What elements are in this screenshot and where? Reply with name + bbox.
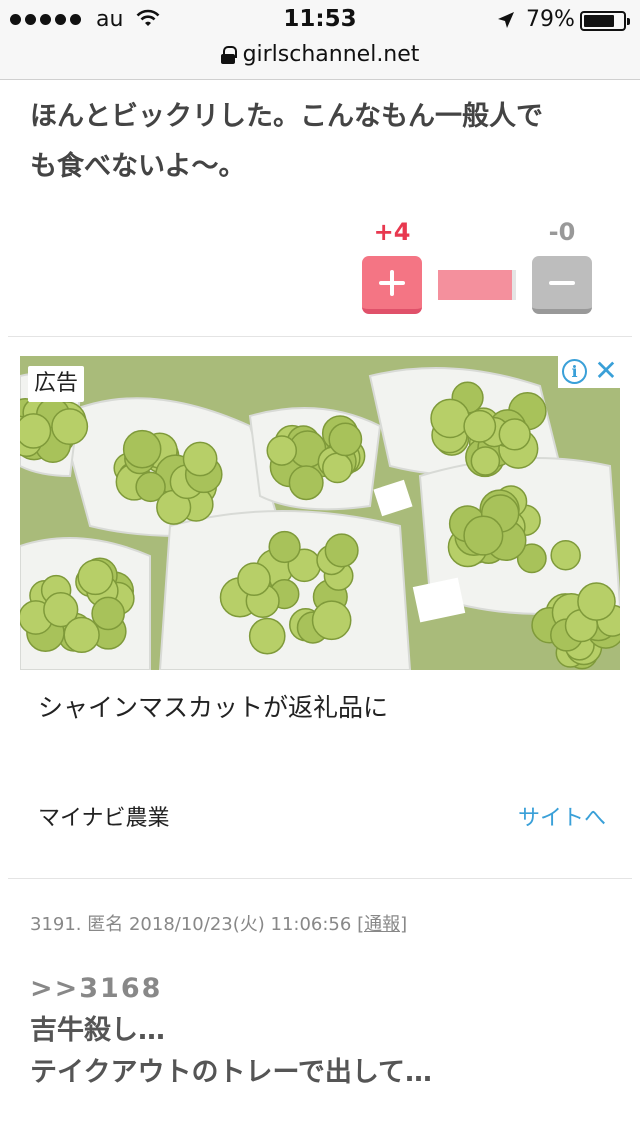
comment-body: ほんとビックリした。こんなもん一般人で も食べないよ〜。 bbox=[30, 92, 610, 192]
ad-choices[interactable]: i ✕ bbox=[558, 356, 620, 388]
info-icon[interactable]: i bbox=[562, 359, 587, 384]
minus-vote-count: -0 bbox=[548, 218, 576, 246]
battery-percent: 79% bbox=[526, 7, 575, 32]
grape bbox=[430, 398, 470, 439]
ad-image-grapes[interactable] bbox=[20, 356, 620, 670]
grape bbox=[324, 533, 359, 568]
grape bbox=[463, 409, 497, 443]
plus-vote-button[interactable] bbox=[362, 256, 422, 314]
divider bbox=[8, 336, 632, 337]
grape bbox=[182, 441, 218, 477]
ad-advertiser: マイナビ農業 bbox=[38, 806, 170, 831]
grape bbox=[20, 413, 52, 449]
grape bbox=[550, 540, 581, 571]
grape bbox=[248, 617, 286, 655]
grape bbox=[51, 408, 89, 446]
battery-level bbox=[584, 15, 615, 27]
grape bbox=[266, 435, 298, 466]
grape bbox=[63, 616, 100, 654]
grape bbox=[288, 465, 324, 501]
comment-line: も食べないよ〜。 bbox=[30, 151, 246, 182]
grape bbox=[122, 429, 162, 469]
battery-icon bbox=[580, 11, 630, 31]
grape bbox=[237, 562, 271, 597]
address-bar[interactable]: girlschannel.net bbox=[0, 40, 640, 80]
ad-label: 広告 bbox=[28, 366, 85, 402]
plus-vote-count: +4 bbox=[373, 218, 411, 246]
minus-vote-button[interactable] bbox=[532, 256, 592, 314]
location-arrow-icon bbox=[498, 12, 514, 28]
grape bbox=[311, 600, 352, 641]
grape bbox=[91, 596, 125, 631]
grape bbox=[470, 446, 501, 476]
grape bbox=[328, 422, 363, 457]
comment-line: 吉牛殺し… bbox=[30, 1015, 165, 1046]
grape bbox=[77, 559, 114, 596]
report-link[interactable]: [通報] bbox=[357, 914, 407, 935]
comment-line: ほんとビックリした。こんなもん一般人で bbox=[30, 101, 543, 132]
grape bbox=[463, 515, 504, 556]
lock-icon bbox=[220, 45, 237, 64]
reply-anchor-link[interactable]: >>3168 bbox=[30, 968, 620, 1010]
status-bar: au 11:53 79% bbox=[0, 0, 640, 40]
grape bbox=[322, 452, 353, 484]
comment-line: テイクアウトのトレーで出して… bbox=[30, 1057, 433, 1088]
ad-cta-link[interactable]: サイトへ bbox=[518, 800, 606, 832]
close-icon[interactable]: ✕ bbox=[592, 356, 620, 388]
divider bbox=[8, 878, 632, 879]
grape bbox=[498, 418, 531, 451]
grape bbox=[268, 530, 301, 564]
grape bbox=[577, 582, 616, 621]
comment-meta: 3191. 匿名 2018/10/23(火) 11:06:56 [通報] bbox=[30, 910, 407, 936]
vote-ratio-fill bbox=[438, 270, 512, 300]
vote-ratio-bar bbox=[438, 270, 516, 300]
comment-body: >>3168 吉牛殺し… テイクアウトのトレーで出して… bbox=[30, 968, 620, 1094]
ad-headline[interactable]: シャインマスカットが返礼品に bbox=[38, 688, 388, 724]
comment-number-date: 3191. 匿名 2018/10/23(火) 11:06:56 bbox=[30, 914, 352, 935]
url-domain[interactable]: girlschannel.net bbox=[243, 42, 420, 67]
